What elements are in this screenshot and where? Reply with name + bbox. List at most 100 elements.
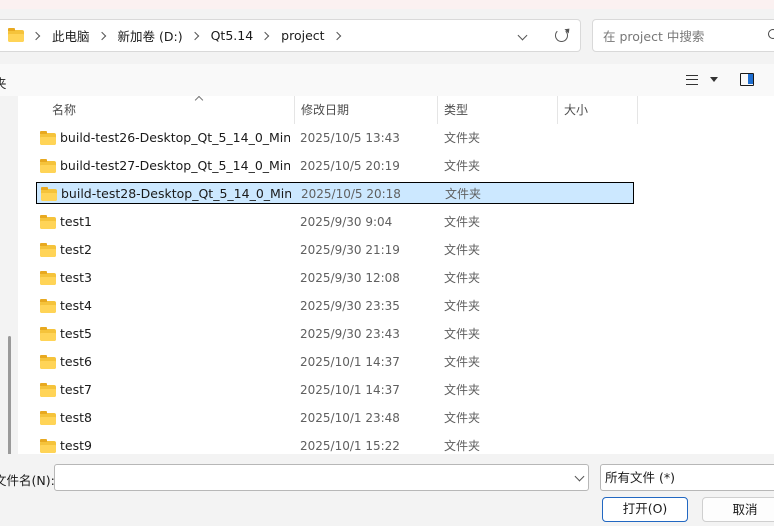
- filename-input[interactable]: [54, 464, 589, 491]
- navigation-pane: [0, 96, 18, 514]
- folder-icon: [41, 187, 57, 201]
- chevron-right-icon[interactable]: [31, 31, 41, 40]
- breadcrumb-qt[interactable]: Qt5.14: [211, 28, 254, 43]
- new-folder-button[interactable]: 夹: [0, 73, 7, 92]
- file-type: 文件夹: [444, 383, 481, 397]
- file-name: test1: [60, 214, 92, 229]
- folder-icon: [40, 243, 56, 257]
- open-button[interactable]: 打开(O): [602, 497, 688, 522]
- search-icon[interactable]: [768, 29, 774, 39]
- folder-icon: [40, 131, 56, 145]
- file-date: 2025/10/1 14:37: [300, 355, 400, 369]
- toolbar: 夹: [0, 64, 774, 96]
- search-placeholder: 在 project 中搜索: [603, 29, 705, 44]
- chevron-right-icon[interactable]: [190, 31, 199, 40]
- file-list: 名称 修改日期 类型 大小 build-test26-Desktop_Qt_5_…: [18, 96, 774, 454]
- chevron-right-icon[interactable]: [260, 31, 270, 40]
- chevron-right-icon[interactable]: [332, 31, 341, 40]
- view-dropdown-icon[interactable]: [710, 77, 718, 82]
- file-row[interactable]: test8 2025/10/1 23:48 文件夹: [36, 407, 634, 429]
- file-date: 2025/10/5 20:18: [301, 187, 401, 201]
- breadcrumb-project[interactable]: project: [281, 28, 324, 43]
- folder-icon: [40, 159, 56, 173]
- folder-icon: [40, 215, 56, 229]
- file-type: 文件夹: [444, 299, 481, 313]
- file-row[interactable]: test5 2025/9/30 23:43 文件夹: [36, 323, 634, 345]
- file-type: 文件夹: [444, 411, 481, 425]
- file-name: test9: [60, 438, 92, 453]
- folder-icon: [40, 383, 56, 397]
- breadcrumb-this-pc[interactable]: 此电脑: [52, 26, 90, 45]
- preview-pane-icon[interactable]: [740, 73, 754, 86]
- file-name: test4: [60, 298, 92, 313]
- file-type: 文件夹: [444, 439, 481, 453]
- file-type-filter-value: 所有文件 (*): [605, 470, 675, 485]
- filename-label: 文件名(N):: [0, 473, 55, 488]
- folder-icon: [40, 411, 56, 425]
- file-type: 文件夹: [444, 131, 481, 145]
- refresh-icon[interactable]: [555, 29, 568, 42]
- file-row[interactable]: test1 2025/9/30 9:04 文件夹: [36, 211, 634, 233]
- column-header-date[interactable]: 修改日期: [295, 96, 438, 124]
- file-type-filter[interactable]: 所有文件 (*): [600, 464, 774, 491]
- address-bar[interactable]: 此电脑 新加卷 (D:) Qt5.14 project: [0, 19, 581, 52]
- column-header-name[interactable]: 名称: [46, 96, 295, 124]
- dialog-footer: 文件名(N): 所有文件 (*) 打开(O) 取消: [0, 454, 774, 526]
- file-row[interactable]: test7 2025/10/1 14:37 文件夹: [36, 379, 634, 401]
- file-type: 文件夹: [444, 215, 481, 229]
- file-row[interactable]: test2 2025/9/30 21:19 文件夹: [36, 239, 634, 261]
- file-date: 2025/9/30 12:08: [300, 271, 400, 285]
- file-date: 2025/10/5 13:43: [300, 131, 400, 145]
- folder-icon: [8, 27, 24, 42]
- file-name: build-test26-Desktop_Qt_5_14_0_Min...: [60, 130, 290, 145]
- file-row[interactable]: test6 2025/10/1 14:37 文件夹: [36, 351, 634, 373]
- file-name: build-test27-Desktop_Qt_5_14_0_Min...: [60, 158, 290, 173]
- chevron-right-icon[interactable]: [97, 31, 106, 40]
- file-type: 文件夹: [444, 327, 481, 341]
- file-date: 2025/9/30 23:43: [300, 327, 400, 341]
- folder-icon: [40, 271, 56, 285]
- file-row[interactable]: test9 2025/10/1 15:22 文件夹: [36, 435, 634, 454]
- column-header-name-label: 名称: [52, 103, 77, 117]
- file-row[interactable]: build-test26-Desktop_Qt_5_14_0_Min... 20…: [36, 127, 634, 149]
- file-name: test5: [60, 326, 92, 341]
- file-type: 文件夹: [444, 159, 481, 173]
- file-name: test8: [60, 410, 92, 425]
- file-name: test6: [60, 354, 92, 369]
- file-date: 2025/10/1 14:37: [300, 383, 400, 397]
- column-header-size[interactable]: 大小: [558, 96, 638, 124]
- chevron-down-icon[interactable]: [574, 471, 585, 482]
- chevron-down-icon[interactable]: [517, 30, 528, 41]
- file-name: build-test28-Desktop_Qt_5_14_0_Min...: [61, 186, 291, 201]
- sort-ascending-icon: [194, 96, 204, 105]
- file-type: 文件夹: [444, 243, 481, 257]
- search-input[interactable]: 在 project 中搜索: [592, 19, 774, 52]
- folder-icon: [40, 355, 56, 369]
- file-row[interactable]: test4 2025/9/30 23:35 文件夹: [36, 295, 634, 317]
- folder-icon: [40, 327, 56, 341]
- file-name: test3: [60, 270, 92, 285]
- column-header-type[interactable]: 类型: [438, 96, 558, 124]
- address-crumbs: 此电脑 新加卷 (D:) Qt5.14 project: [0, 20, 353, 51]
- breadcrumb-drive-d[interactable]: 新加卷 (D:): [118, 26, 183, 45]
- file-date: 2025/9/30 23:35: [300, 299, 400, 313]
- folder-icon: [40, 439, 56, 453]
- cancel-button[interactable]: 取消: [702, 497, 774, 522]
- column-header-row: 名称 修改日期 类型 大小: [18, 96, 774, 124]
- column-header-date-label: 修改日期: [301, 103, 350, 117]
- file-date: 2025/10/1 15:22: [300, 439, 400, 453]
- file-type: 文件夹: [444, 355, 481, 369]
- file-date: 2025/9/30 21:19: [300, 243, 400, 257]
- file-date: 2025/10/1 23:48: [300, 411, 400, 425]
- file-date: 2025/9/30 9:04: [300, 215, 393, 229]
- column-header-size-label: 大小: [564, 103, 589, 117]
- view-list-icon[interactable]: [686, 75, 698, 85]
- file-name: test7: [60, 382, 92, 397]
- window-top-strip: [0, 0, 774, 9]
- file-row-selected[interactable]: build-test28-Desktop_Qt_5_14_0_Min... 20…: [36, 182, 634, 204]
- file-row[interactable]: build-test27-Desktop_Qt_5_14_0_Min... 20…: [36, 155, 634, 177]
- folder-icon: [40, 299, 56, 313]
- file-type: 文件夹: [445, 187, 482, 201]
- file-date: 2025/10/5 20:19: [300, 159, 400, 173]
- file-row[interactable]: test3 2025/9/30 12:08 文件夹: [36, 267, 634, 289]
